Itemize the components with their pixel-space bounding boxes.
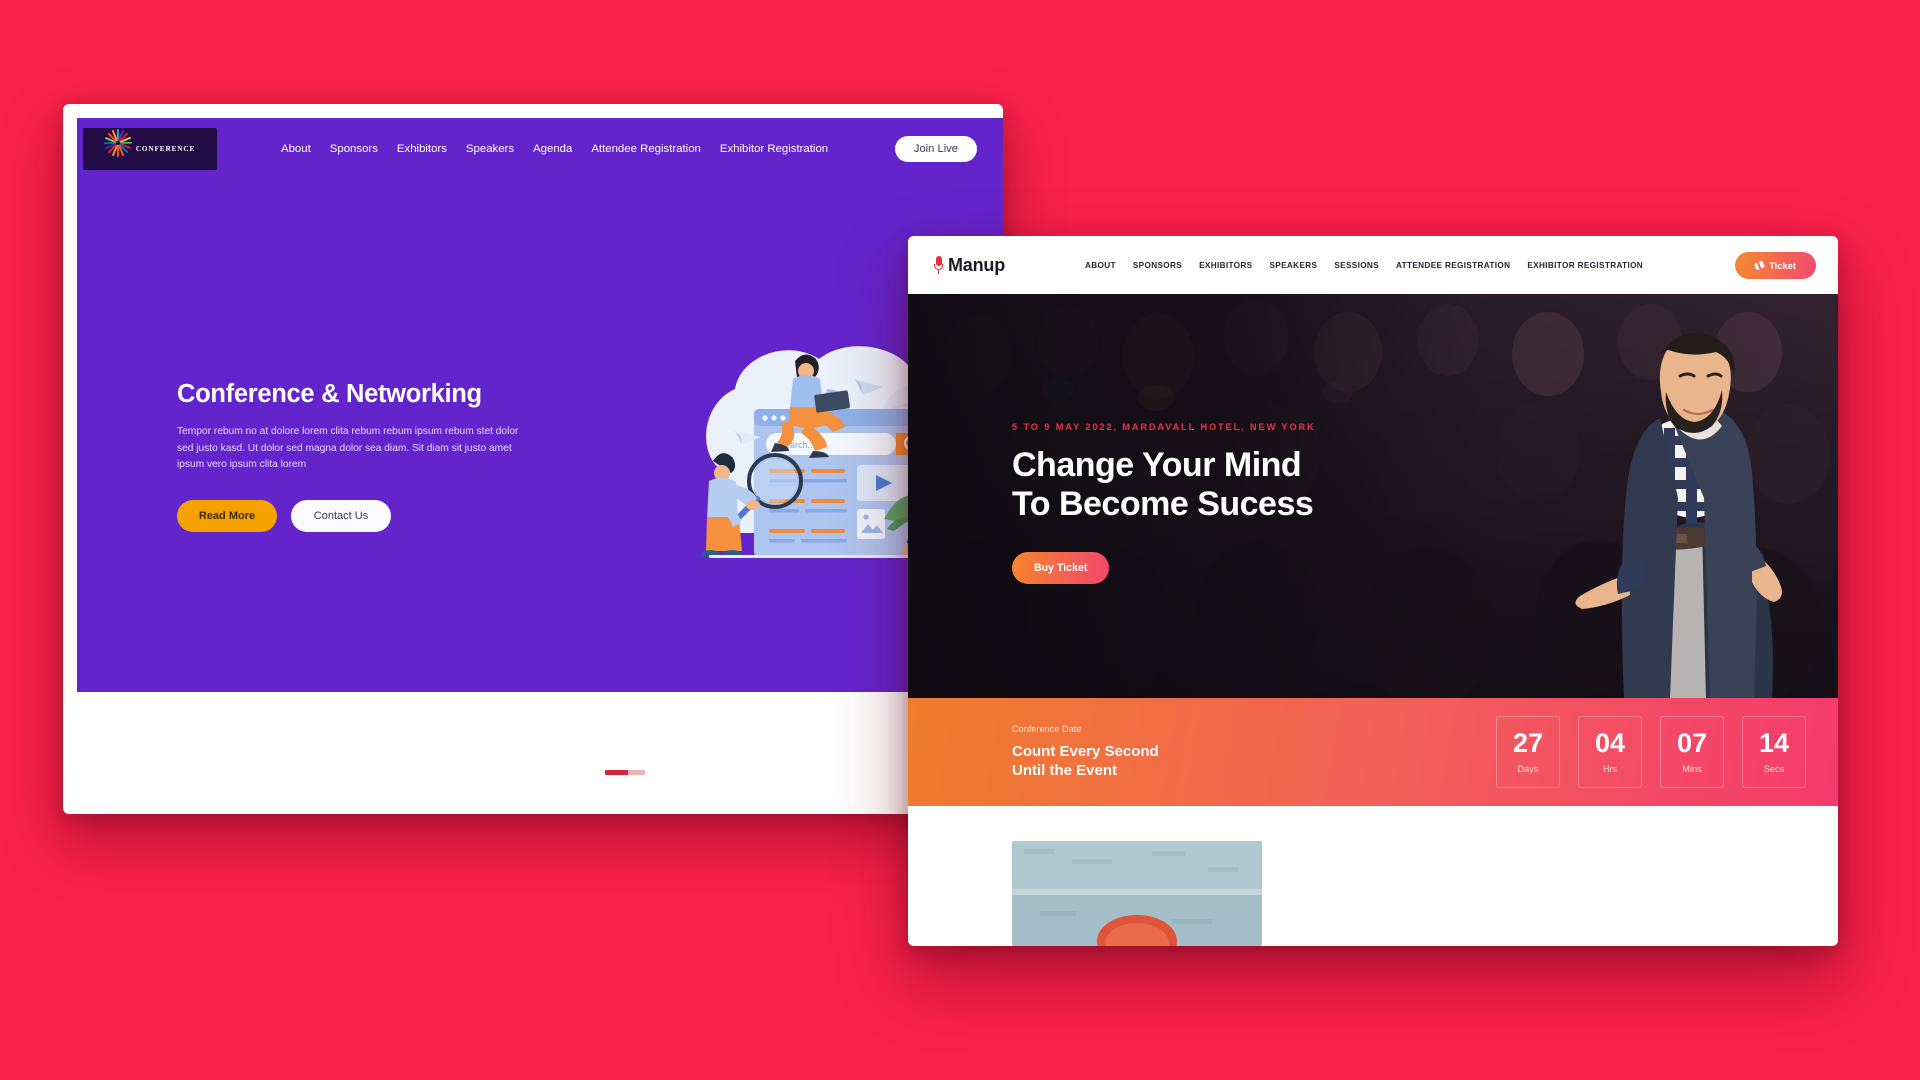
contact-us-button[interactable]: Contact Us bbox=[291, 499, 391, 532]
countdown-hrs-value: 04 bbox=[1594, 728, 1626, 758]
window1-navbar: CONFERENCE About Sponsors Exhibitors Spe… bbox=[77, 118, 1003, 180]
hero-kicker: 5 TO 9 MAY 2022, MARDAVALL HOTEL, NEW YO… bbox=[1012, 422, 1316, 432]
hero-title: Conference & Networking bbox=[177, 380, 482, 408]
hero-title-line2: To Become Sucess bbox=[1012, 484, 1314, 523]
countdown-unit-mins: 07 Mins bbox=[1660, 716, 1724, 788]
speaker-portrait bbox=[1575, 333, 1782, 698]
brand-name: Manup bbox=[948, 254, 1005, 275]
countdown-days-label: Days bbox=[1517, 764, 1539, 774]
countdown-unit-days: 27 Days bbox=[1496, 716, 1560, 788]
nav-item-exhibitor-registration[interactable]: EXHIBITOR REGISTRATION bbox=[1527, 261, 1643, 270]
window2-hero-section: 5 TO 9 MAY 2022, MARDAVALL HOTEL, NEW YO… bbox=[908, 294, 1838, 698]
buy-ticket-button[interactable]: Buy Ticket bbox=[1012, 551, 1110, 584]
countdown-unit-secs: 14 Secs bbox=[1742, 716, 1806, 788]
browser-window-conference: CONFERENCE About Sponsors Exhibitors Spe… bbox=[63, 104, 1003, 814]
ticket-button[interactable]: Ticket bbox=[1735, 251, 1816, 279]
ticket-icon bbox=[1755, 262, 1764, 269]
nav-item-about[interactable]: ABOUT bbox=[1085, 261, 1116, 270]
countdown-mins-label: Mins bbox=[1682, 764, 1702, 774]
countdown-copy: Conference Date Count Every Second Until… bbox=[1012, 724, 1159, 781]
hero-description: Tempor rebum no at dolore lorem clita re… bbox=[177, 426, 519, 471]
browser-window-manup: Manup ABOUT SPONSORS EXHIBITORS SPEAKERS… bbox=[908, 236, 1838, 946]
countdown-units: 27 Days 04 Hrs 07 Mins 14 Secs bbox=[1496, 716, 1806, 788]
countdown-days-value: 27 bbox=[1512, 728, 1544, 758]
nav-item-attendee-registration[interactable]: Attendee Registration bbox=[591, 143, 701, 155]
window2-below-fold bbox=[908, 806, 1838, 946]
manup-brand[interactable]: Manup bbox=[934, 255, 1005, 276]
window2-navbar: Manup ABOUT SPONSORS EXHIBITORS SPEAKERS… bbox=[908, 236, 1838, 294]
nav-item-speakers[interactable]: SPEAKERS bbox=[1269, 261, 1317, 270]
hero-button-group: Read More Contact Us bbox=[177, 499, 527, 532]
countdown-unit-hrs: 04 Hrs bbox=[1578, 716, 1642, 788]
countdown-secs-value: 14 bbox=[1758, 728, 1790, 758]
nav-item-exhibitor-registration[interactable]: Exhibitor Registration bbox=[720, 143, 828, 155]
hero-title-line1: Change Your Mind bbox=[1012, 446, 1302, 484]
ticket-button-label: Ticket bbox=[1769, 259, 1796, 271]
window1-footer-strip bbox=[77, 692, 1003, 814]
join-live-button[interactable]: Join Live bbox=[894, 136, 977, 162]
nav-item-exhibitors[interactable]: Exhibitors bbox=[397, 143, 447, 155]
nav-item-sponsors[interactable]: SPONSORS bbox=[1133, 261, 1182, 270]
nav-item-speakers[interactable]: Speakers bbox=[466, 143, 514, 155]
window1-hero-section: CONFERENCE About Sponsors Exhibitors Spe… bbox=[77, 118, 1003, 692]
nav-item-exhibitors[interactable]: EXHIBITORS bbox=[1199, 261, 1252, 270]
conference-logo[interactable]: CONFERENCE bbox=[83, 128, 217, 170]
window2-hero-copy: 5 TO 9 MAY 2022, MARDAVALL HOTEL, NEW YO… bbox=[1012, 422, 1316, 584]
nav-item-sponsors[interactable]: Sponsors bbox=[330, 143, 378, 155]
below-fold-image bbox=[1012, 841, 1262, 946]
countdown-subtitle: Conference Date bbox=[1012, 723, 1082, 734]
window2-menu: ABOUT SPONSORS EXHIBITORS SPEAKERS SESSI… bbox=[1085, 261, 1643, 270]
hero-title: Change Your Mind To Become Sucess bbox=[1012, 446, 1316, 524]
window1-viewport: CONFERENCE About Sponsors Exhibitors Spe… bbox=[77, 118, 1003, 814]
nav-item-agenda[interactable]: Agenda bbox=[533, 143, 572, 155]
nav-item-about[interactable]: About bbox=[281, 143, 311, 155]
countdown-mins-value: 07 bbox=[1676, 728, 1708, 758]
footer-accent-bar bbox=[605, 770, 645, 775]
countdown-heading-line1: Count Every Second bbox=[1012, 742, 1159, 760]
countdown-heading: Count Every Second Until the Event bbox=[1012, 742, 1159, 781]
countdown-hrs-label: Hrs bbox=[1602, 764, 1618, 774]
nav-item-attendee-registration[interactable]: ATTENDEE REGISTRATION bbox=[1396, 261, 1510, 270]
read-more-button[interactable]: Read More bbox=[177, 499, 277, 532]
nav-item-sessions[interactable]: SESSIONS bbox=[1334, 261, 1379, 270]
countdown-bar: Conference Date Count Every Second Until… bbox=[908, 698, 1838, 806]
window1-menu: About Sponsors Exhibitors Speakers Agend… bbox=[281, 143, 828, 155]
window1-hero-copy: Conference & Networking Tempor rebum no … bbox=[177, 380, 527, 532]
countdown-secs-label: Secs bbox=[1763, 764, 1785, 774]
starburst-icon bbox=[103, 129, 132, 162]
microphone-icon bbox=[934, 256, 943, 274]
logo-wordmark: CONFERENCE bbox=[135, 145, 196, 153]
countdown-heading-line2: Until the Event bbox=[1012, 762, 1118, 779]
